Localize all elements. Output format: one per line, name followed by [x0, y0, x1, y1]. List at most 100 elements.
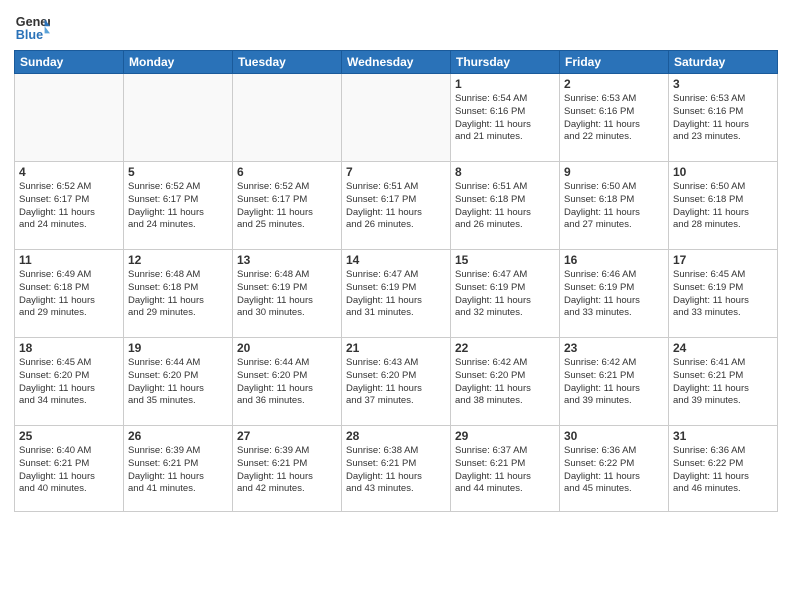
day-cell: 12Sunrise: 6:48 AM Sunset: 6:18 PM Dayli…: [124, 250, 233, 338]
day-number: 28: [346, 429, 446, 443]
day-info: Sunrise: 6:52 AM Sunset: 6:17 PM Dayligh…: [237, 181, 337, 232]
day-header-friday: Friday: [560, 51, 669, 74]
header: General Blue: [14, 10, 778, 46]
day-number: 26: [128, 429, 228, 443]
day-info: Sunrise: 6:42 AM Sunset: 6:20 PM Dayligh…: [455, 357, 555, 408]
day-number: 25: [19, 429, 119, 443]
day-info: Sunrise: 6:52 AM Sunset: 6:17 PM Dayligh…: [19, 181, 119, 232]
logo: General Blue: [14, 10, 50, 46]
day-cell: [15, 74, 124, 162]
day-number: 10: [673, 165, 773, 179]
day-cell: 25 Sunrise: 6:40 AM Sunset: 6:21 PM Dayli…: [15, 426, 124, 512]
day-cell: 11 Sunrise: 6:49 AM Sunset: 6:18 PM Dayli…: [15, 250, 124, 338]
day-number: 29: [455, 429, 555, 443]
logo-icon: General Blue: [14, 10, 50, 46]
day-cell: 2 Sunrise: 6:53 AM Sunset: 6:16 PM Daylig…: [560, 74, 669, 162]
day-info: Sunrise: 6:49 AM Sunset: 6:18 PM Dayligh…: [19, 269, 119, 320]
day-number: 11: [19, 253, 119, 267]
day-number: 4: [19, 165, 119, 179]
day-cell: 28 Sunrise: 6:38 AM Sunset: 6:21 PM Dayli…: [342, 426, 451, 512]
day-info: Sunrise: 6:38 AM Sunset: 6:21 PM Dayligh…: [346, 445, 446, 496]
day-number: 17: [673, 253, 773, 267]
day-header-saturday: Saturday: [669, 51, 778, 74]
day-cell: 27 Sunrise: 6:39 AM Sunset: 6:21 PM Dayli…: [233, 426, 342, 512]
day-cell: 16 Sunrise: 6:46 AM Sunset: 6:19 PM Dayli…: [560, 250, 669, 338]
day-cell: 29 Sunrise: 6:37 AM Sunset: 6:21 PM Dayli…: [451, 426, 560, 512]
day-info: Sunrise: 6:40 AM Sunset: 6:21 PM Dayligh…: [19, 445, 119, 496]
day-info: Sunrise: 6:51 AM Sunset: 6:18 PM Dayligh…: [455, 181, 555, 232]
day-info: Sunrise: 6:37 AM Sunset: 6:21 PM Dayligh…: [455, 445, 555, 496]
day-cell: 24 Sunrise: 6:41 AM Sunset: 6:21 PM Dayli…: [669, 338, 778, 426]
day-info: Sunrise: 6:47 AM Sunset: 6:19 PM Dayligh…: [346, 269, 446, 320]
page: General Blue SundayMondayTuesdayWednesda…: [0, 0, 792, 612]
day-number: 15: [455, 253, 555, 267]
day-number: 19: [128, 341, 228, 355]
day-info: Sunrise: 6:51 AM Sunset: 6:17 PM Dayligh…: [346, 181, 446, 232]
day-cell: 15 Sunrise: 6:47 AM Sunset: 6:19 PM Dayli…: [451, 250, 560, 338]
day-number: 13: [237, 253, 337, 267]
day-cell: 6 Sunrise: 6:52 AM Sunset: 6:17 PM Daylig…: [233, 162, 342, 250]
day-cell: 31 Sunrise: 6:36 AM Sunset: 6:22 PM Dayli…: [669, 426, 778, 512]
day-cell: 22 Sunrise: 6:42 AM Sunset: 6:20 PM Dayli…: [451, 338, 560, 426]
day-info: Sunrise: 6:36 AM Sunset: 6:22 PM Dayligh…: [673, 445, 773, 496]
day-header-monday: Monday: [124, 51, 233, 74]
day-number: 18: [19, 341, 119, 355]
day-number: 3: [673, 77, 773, 91]
day-number: 21: [346, 341, 446, 355]
day-number: 2: [564, 77, 664, 91]
day-cell: 1Sunrise: 6:54 AM Sunset: 6:16 PM Daylig…: [451, 74, 560, 162]
day-cell: 7 Sunrise: 6:51 AM Sunset: 6:17 PM Daylig…: [342, 162, 451, 250]
day-cell: 20 Sunrise: 6:44 AM Sunset: 6:20 PM Dayli…: [233, 338, 342, 426]
day-header-thursday: Thursday: [451, 51, 560, 74]
day-cell: 9 Sunrise: 6:50 AM Sunset: 6:18 PM Daylig…: [560, 162, 669, 250]
day-number: 23: [564, 341, 664, 355]
day-cell: 26 Sunrise: 6:39 AM Sunset: 6:21 PM Dayli…: [124, 426, 233, 512]
day-info: Sunrise: 6:42 AM Sunset: 6:21 PM Dayligh…: [564, 357, 664, 408]
day-number: 8: [455, 165, 555, 179]
day-cell: [342, 74, 451, 162]
day-number: 6: [237, 165, 337, 179]
day-info: Sunrise: 6:53 AM Sunset: 6:16 PM Dayligh…: [673, 93, 773, 144]
day-header-wednesday: Wednesday: [342, 51, 451, 74]
day-info: Sunrise: 6:46 AM Sunset: 6:19 PM Dayligh…: [564, 269, 664, 320]
day-info: Sunrise: 6:50 AM Sunset: 6:18 PM Dayligh…: [673, 181, 773, 232]
day-info: Sunrise: 6:50 AM Sunset: 6:18 PM Dayligh…: [564, 181, 664, 232]
day-cell: [124, 74, 233, 162]
day-info: Sunrise: 6:53 AM Sunset: 6:16 PM Dayligh…: [564, 93, 664, 144]
day-number: 9: [564, 165, 664, 179]
day-number: 30: [564, 429, 664, 443]
day-cell: 10 Sunrise: 6:50 AM Sunset: 6:18 PM Dayli…: [669, 162, 778, 250]
day-info: Sunrise: 6:41 AM Sunset: 6:21 PM Dayligh…: [673, 357, 773, 408]
day-info: Sunrise: 6:39 AM Sunset: 6:21 PM Dayligh…: [237, 445, 337, 496]
day-cell: 30 Sunrise: 6:36 AM Sunset: 6:22 PM Dayli…: [560, 426, 669, 512]
day-number: 20: [237, 341, 337, 355]
day-number: 7: [346, 165, 446, 179]
day-cell: 21 Sunrise: 6:43 AM Sunset: 6:20 PM Dayli…: [342, 338, 451, 426]
day-cell: 4 Sunrise: 6:52 AM Sunset: 6:17 PM Daylig…: [15, 162, 124, 250]
day-number: 5: [128, 165, 228, 179]
day-cell: 14 Sunrise: 6:47 AM Sunset: 6:19 PM Dayli…: [342, 250, 451, 338]
day-cell: 8 Sunrise: 6:51 AM Sunset: 6:18 PM Daylig…: [451, 162, 560, 250]
day-info: Sunrise: 6:44 AM Sunset: 6:20 PM Dayligh…: [237, 357, 337, 408]
day-number: 22: [455, 341, 555, 355]
day-number: 27: [237, 429, 337, 443]
day-cell: 17 Sunrise: 6:45 AM Sunset: 6:19 PM Dayli…: [669, 250, 778, 338]
day-cell: 5 Sunrise: 6:52 AM Sunset: 6:17 PM Daylig…: [124, 162, 233, 250]
day-info: Sunrise: 6:44 AM Sunset: 6:20 PM Dayligh…: [128, 357, 228, 408]
day-info: Sunrise: 6:45 AM Sunset: 6:20 PM Dayligh…: [19, 357, 119, 408]
day-number: 16: [564, 253, 664, 267]
calendar-table: SundayMondayTuesdayWednesdayThursdayFrid…: [14, 50, 778, 512]
day-number: 14: [346, 253, 446, 267]
day-cell: 18 Sunrise: 6:45 AM Sunset: 6:20 PM Dayli…: [15, 338, 124, 426]
day-info: Sunrise: 6:36 AM Sunset: 6:22 PM Dayligh…: [564, 445, 664, 496]
day-info: Sunrise: 6:52 AM Sunset: 6:17 PM Dayligh…: [128, 181, 228, 232]
day-info: Sunrise: 6:39 AM Sunset: 6:21 PM Dayligh…: [128, 445, 228, 496]
day-info: Sunrise: 6:45 AM Sunset: 6:19 PM Dayligh…: [673, 269, 773, 320]
day-number: 24: [673, 341, 773, 355]
day-number: 31: [673, 429, 773, 443]
day-cell: 19 Sunrise: 6:44 AM Sunset: 6:20 PM Dayli…: [124, 338, 233, 426]
day-info: Sunrise: 6:47 AM Sunset: 6:19 PM Dayligh…: [455, 269, 555, 320]
day-info: Sunrise: 6:54 AM Sunset: 6:16 PM Dayligh…: [455, 93, 555, 144]
day-info: Sunrise: 6:43 AM Sunset: 6:20 PM Dayligh…: [346, 357, 446, 408]
day-header-tuesday: Tuesday: [233, 51, 342, 74]
